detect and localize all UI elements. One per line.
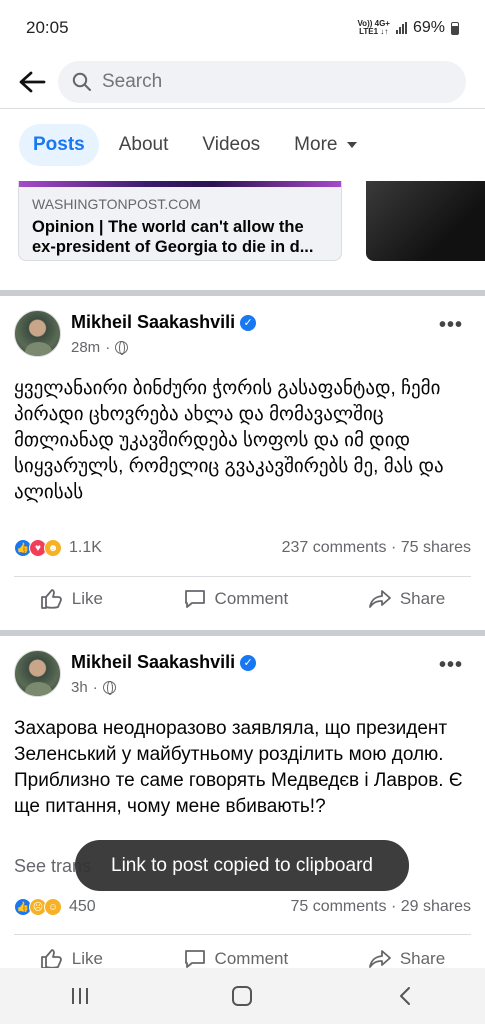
header-divider xyxy=(0,108,485,109)
reactions-summary[interactable]: 👍 ☹ ☺ 450 xyxy=(14,898,96,916)
share-button[interactable]: Share xyxy=(368,588,445,610)
like-button[interactable]: Like xyxy=(40,948,103,970)
comments-shares[interactable]: 237 comments · 75 shares xyxy=(282,539,471,557)
battery-icon xyxy=(451,21,459,35)
comment-icon xyxy=(184,590,205,608)
share-button[interactable]: Share xyxy=(368,948,445,970)
search-input[interactable] xyxy=(102,71,402,93)
recent-apps-button[interactable] xyxy=(72,988,89,1004)
tab-more-label: More xyxy=(294,134,338,155)
post-stats: 👍 ☹ ☺ 450 75 comments · 29 shares xyxy=(14,898,471,916)
arrow-left-icon xyxy=(19,71,46,93)
system-nav-bar xyxy=(0,968,485,1024)
post-divider xyxy=(14,934,471,935)
post-actions: Like Comment Share xyxy=(0,948,485,970)
reactions-summary[interactable]: 👍 ♥ ☻ 1.1K xyxy=(14,539,102,557)
post-stats: 👍 ♥ ☻ 1.1K 237 comments · 75 shares xyxy=(14,539,471,557)
status-icons: Vo)) 4G+ LTE1 ↓↑ 69% xyxy=(357,19,459,37)
search-box[interactable] xyxy=(58,61,466,103)
back-nav-icon[interactable] xyxy=(397,986,413,1006)
post-header: Mikheil Saakashvili ✓ 3h · xyxy=(14,650,257,697)
post-time[interactable]: 28m xyxy=(71,339,100,356)
back-button[interactable] xyxy=(14,64,50,100)
avatar[interactable] xyxy=(14,650,61,697)
comments-shares[interactable]: 75 comments · 29 shares xyxy=(290,898,471,916)
post-text: Захарова неодноразово заявляла, що прези… xyxy=(14,718,463,817)
comment-button[interactable]: Comment xyxy=(183,588,288,610)
tab-videos[interactable]: Videos xyxy=(188,124,274,166)
caret-down-icon xyxy=(347,142,358,148)
thumbs-up-icon xyxy=(40,949,62,969)
carousel-next-card[interactable] xyxy=(366,181,485,261)
thumbs-up-icon xyxy=(40,589,62,609)
shared-link-card[interactable]: WASHINGTONPOST.COM Opinion | The world c… xyxy=(18,181,342,261)
tab-posts[interactable]: Posts xyxy=(19,124,99,166)
profile-tabs: Posts About Videos More xyxy=(19,124,371,166)
link-thumbnail xyxy=(19,181,341,187)
share-count: 29 shares xyxy=(400,898,471,915)
globe-icon xyxy=(102,681,116,695)
clock: 20:05 xyxy=(26,18,69,37)
reaction-count: 450 xyxy=(69,898,96,915)
share-icon xyxy=(368,950,391,968)
more-options-icon[interactable]: ••• xyxy=(439,654,463,677)
clipboard-toast: Link to post copied to clipboard xyxy=(75,840,409,891)
post-text: ყველანაირი ბინძური ჭორის გასაფანტად, ჩემ… xyxy=(14,378,444,503)
post-time[interactable]: 3h xyxy=(71,679,88,696)
post-meta: 3h · xyxy=(71,679,256,696)
comment-count: 237 comments xyxy=(281,539,387,556)
link-domain: WASHINGTONPOST.COM xyxy=(32,196,201,212)
signal-icon xyxy=(395,22,407,34)
verified-badge-icon: ✓ xyxy=(240,314,257,331)
comment-count: 75 comments xyxy=(290,898,387,915)
post-actions: Like Comment Share xyxy=(0,588,485,610)
post-meta: 28m · xyxy=(71,339,256,356)
share-icon xyxy=(368,590,391,608)
status-bar: 20:05 Vo)) 4G+ LTE1 ↓↑ 69% xyxy=(0,0,485,56)
battery-percent: 69% xyxy=(412,19,445,36)
avatar[interactable] xyxy=(14,310,61,357)
home-button[interactable] xyxy=(232,986,253,1006)
comment-button[interactable]: Comment xyxy=(183,948,288,970)
comment-icon xyxy=(184,950,205,968)
tab-about[interactable]: About xyxy=(105,124,183,166)
post-header: Mikheil Saakashvili ✓ 28m · xyxy=(14,310,257,357)
haha-reaction-icon: ☻ xyxy=(44,539,62,557)
reaction-count: 1.1K xyxy=(69,539,102,556)
network-indicator: Vo)) 4G+ LTE1 ↓↑ xyxy=(357,19,390,36)
verified-badge-icon: ✓ xyxy=(240,654,257,671)
search-icon xyxy=(72,72,91,91)
post-divider xyxy=(14,576,471,577)
tab-more[interactable]: More xyxy=(280,124,371,166)
post-card: Mikheil Saakashvili ✓ 28m · ••• ყველანაი… xyxy=(0,296,485,626)
link-title: Opinion | The world can't allow the ex-p… xyxy=(32,218,314,256)
more-options-icon[interactable]: ••• xyxy=(439,314,463,337)
globe-icon xyxy=(115,341,129,355)
author-name[interactable]: Mikheil Saakashvili ✓ xyxy=(71,312,257,333)
care-reaction-icon: ☺ xyxy=(44,898,62,916)
author-name[interactable]: Mikheil Saakashvili ✓ xyxy=(71,652,257,673)
search-header xyxy=(0,56,485,108)
like-button[interactable]: Like xyxy=(40,588,103,610)
post-card: Mikheil Saakashvili ✓ 3h · ••• Захарова … xyxy=(0,636,485,970)
share-count: 75 shares xyxy=(400,539,471,556)
